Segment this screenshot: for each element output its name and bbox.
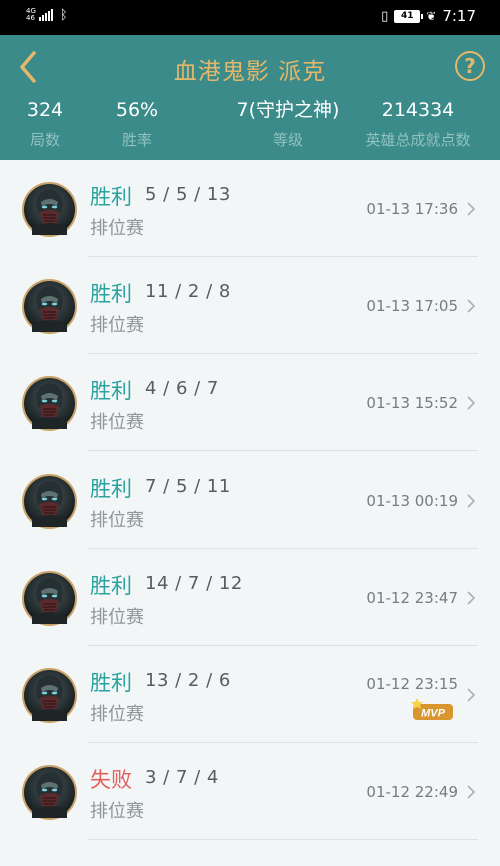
chevron-right-icon: [467, 396, 476, 410]
hero-avatar: [22, 182, 77, 237]
hero-header: 血港鬼影 派克 ? 324 局数 56% 胜率 7(守护之神) 等级 21433…: [0, 35, 500, 160]
stat-value: 324: [26, 99, 64, 121]
hero-portrait-icon: [24, 281, 75, 333]
match-result: 胜利: [90, 282, 132, 307]
match-mode: 排位赛: [90, 218, 144, 239]
match-result: 胜利: [90, 379, 132, 404]
network-type: 4G 46: [26, 8, 36, 22]
stat-value: 56%: [115, 99, 159, 121]
match-kda: 14 / 7 / 12: [145, 572, 243, 594]
mvp-label: MVP: [421, 708, 446, 720]
match-time: 01-13 15:52: [366, 394, 458, 413]
match-mode: 排位赛: [90, 509, 144, 531]
chevron-right-icon: [467, 202, 476, 216]
stat-value: 214334: [381, 99, 455, 121]
hero-avatar: [22, 765, 77, 821]
clock: 7:17: [442, 7, 476, 25]
stat-games: 324 局数: [14, 97, 76, 150]
stat-label: 英雄总成就点数: [365, 131, 471, 149]
chevron-right-icon: [467, 299, 476, 313]
hero-avatar: [22, 473, 77, 529]
hero-portrait-icon: [24, 572, 75, 624]
match-kda: 7 / 5 / 11: [145, 475, 231, 497]
stat-level: 7(守护之神) 等级: [228, 97, 348, 150]
hero-portrait-icon: [24, 378, 75, 430]
stat-label: 胜率: [121, 131, 152, 149]
stat-achievement: 214334 英雄总成就点数: [360, 97, 476, 150]
chevron-right-icon: [467, 591, 476, 605]
hero-avatar: [22, 570, 77, 626]
match-mode: 排位赛: [90, 412, 144, 434]
match-row[interactable]: 胜利 5 / 5 / 13 排位赛 01-13 17:36: [0, 160, 500, 257]
match-result: 胜利: [90, 671, 132, 695]
match-kda: 5 / 5 / 13: [145, 184, 231, 205]
match-row[interactable]: 胜利 7 / 5 / 11 排位赛 01-13 00:19: [0, 452, 500, 549]
match-result: 失败: [90, 768, 132, 793]
match-time: 01-13 17:36: [366, 200, 458, 218]
stat-label: 等级: [272, 131, 303, 149]
match-result: 胜利: [90, 185, 132, 209]
match-kda: 3 / 7 / 4: [145, 767, 219, 789]
match-result: 胜利: [90, 476, 132, 501]
status-left: 4G 46 ᛒ: [26, 8, 68, 22]
match-mode: 排位赛: [90, 606, 144, 628]
stat-label: 局数: [29, 131, 60, 149]
status-right: ▯ 41 ❦ 7:17: [381, 7, 476, 25]
battery-level: 41: [400, 11, 414, 21]
row-divider: [88, 839, 478, 841]
match-time: 01-12 23:15: [366, 675, 458, 693]
chevron-right-icon: [467, 688, 476, 702]
signal-icon: [38, 9, 53, 21]
chevron-right-icon: [467, 785, 476, 799]
battery-icon: 41: [394, 9, 424, 23]
match-list: 胜利 5 / 5 / 13 排位赛 01-13 17:36 胜利 11 / 2 …: [0, 160, 500, 866]
match-row[interactable]: 胜利 13 / 2 / 6 排位赛 01-12 23:15 MVP: [0, 646, 500, 743]
hero-portrait-icon: [24, 670, 75, 721]
bluetooth-icon: ᛒ: [59, 7, 68, 23]
match-time: 01-13 17:05: [366, 297, 458, 316]
match-row[interactable]: 胜利 11 / 2 / 8 排位赛 01-13 17:05: [0, 257, 500, 355]
hero-avatar: [22, 279, 77, 335]
hero-avatar: [22, 668, 77, 723]
match-kda: 13 / 2 / 6: [145, 670, 231, 691]
page-title: 血港鬼影 派克: [173, 59, 327, 85]
match-mode: 排位赛: [90, 315, 144, 337]
mvp-badge: MVP: [411, 698, 453, 720]
status-bar: 4G 46 ᛒ ▯ 41 ❦ 7:17: [0, 0, 500, 35]
help-button[interactable]: ?: [455, 51, 485, 81]
match-mode: 排位赛: [90, 704, 144, 725]
leaf-icon: ❦: [426, 9, 437, 23]
match-kda: 4 / 6 / 7: [145, 378, 219, 400]
match-time: 01-12 23:47: [366, 588, 458, 607]
hero-portrait-icon: [24, 767, 75, 819]
match-time: 01-13 00:19: [366, 491, 458, 510]
match-row[interactable]: 胜利 4 / 6 / 7 排位赛 01-13 15:52: [0, 354, 500, 452]
vibrate-icon: ▯: [381, 8, 389, 24]
hero-portrait-icon: [24, 184, 75, 235]
match-mode: 排位赛: [90, 801, 144, 823]
network-type-bottom: 46: [26, 14, 35, 22]
match-row[interactable]: 胜利 14 / 7 / 12 排位赛 01-12 23:47: [0, 549, 500, 646]
hero-portrait-icon: [24, 475, 75, 527]
match-result: 胜利: [90, 573, 132, 598]
match-kda: 11 / 2 / 8: [145, 281, 231, 303]
help-icon: ?: [464, 54, 476, 78]
hero-avatar: [22, 376, 77, 432]
stat-value: 7(守护之神): [236, 99, 340, 121]
match-row[interactable]: 失败 3 / 7 / 4 排位赛 01-12 22:49: [0, 743, 500, 841]
chevron-right-icon: [467, 494, 476, 508]
match-time: 01-12 22:49: [366, 783, 458, 802]
stat-winrate: 56% 胜率: [102, 97, 172, 150]
